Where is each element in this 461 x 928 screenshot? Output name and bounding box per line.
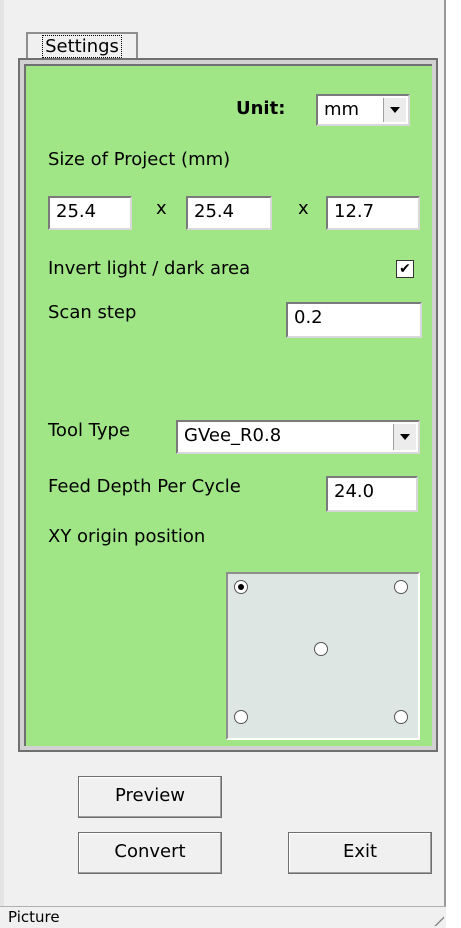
- project-size-x-input[interactable]: 25.4: [48, 196, 132, 230]
- tool-type-dropdown-button[interactable]: [393, 424, 416, 450]
- origin-radio-center[interactable]: [314, 642, 328, 656]
- invert-checkbox[interactable]: ✔: [396, 260, 414, 278]
- tool-type-label: Tool Type: [48, 420, 131, 441]
- origin-radio-top-left[interactable]: [234, 580, 248, 594]
- scan-step-input[interactable]: 0.2: [286, 302, 422, 338]
- feed-depth-input[interactable]: 24.0: [326, 476, 418, 512]
- origin-radio-bottom-left[interactable]: [234, 710, 248, 724]
- exit-button[interactable]: Exit: [288, 832, 432, 874]
- size-separator-1: x: [156, 198, 167, 219]
- tab-settings-label: Settings: [42, 35, 122, 58]
- checkmark-icon: ✔: [399, 261, 411, 277]
- project-size-y-input[interactable]: 25.4: [186, 196, 272, 230]
- tool-type-select[interactable]: GVee_R0.8: [176, 420, 420, 454]
- chevron-down-icon: [400, 434, 410, 440]
- invert-label: Invert light / dark area: [48, 258, 251, 279]
- status-text: Picture: [8, 908, 60, 926]
- unit-select[interactable]: mm: [316, 94, 410, 126]
- feed-depth-label: Feed Depth Per Cycle: [48, 476, 241, 497]
- origin-radio-bottom-right[interactable]: [394, 710, 408, 724]
- xy-origin-label: XY origin position: [48, 526, 206, 547]
- scan-step-label: Scan step: [48, 302, 137, 323]
- unit-label: Unit:: [236, 98, 286, 119]
- status-bar: Picture: [0, 906, 446, 928]
- xy-origin-selector: [226, 572, 420, 740]
- settings-panel: Unit: mm Size of Project (mm) 25.4 x 25.…: [20, 60, 436, 750]
- tab-settings[interactable]: Settings: [26, 32, 138, 62]
- project-size-label: Size of Project (mm): [48, 149, 231, 170]
- size-separator-2: x: [298, 198, 309, 219]
- window-edge: [0, 0, 4, 910]
- settings-window: Settings Unit: mm Size of Project (mm) 2…: [0, 0, 446, 928]
- chevron-down-icon: [390, 107, 400, 113]
- preview-button[interactable]: Preview: [78, 776, 222, 818]
- resize-grip-icon[interactable]: [432, 914, 444, 926]
- tool-type-value: GVee_R0.8: [184, 425, 282, 446]
- convert-button[interactable]: Convert: [78, 832, 222, 874]
- origin-radio-top-right[interactable]: [394, 580, 408, 594]
- unit-dropdown-button[interactable]: [383, 98, 406, 122]
- project-size-z-input[interactable]: 12.7: [326, 196, 420, 230]
- unit-select-value: mm: [324, 99, 360, 120]
